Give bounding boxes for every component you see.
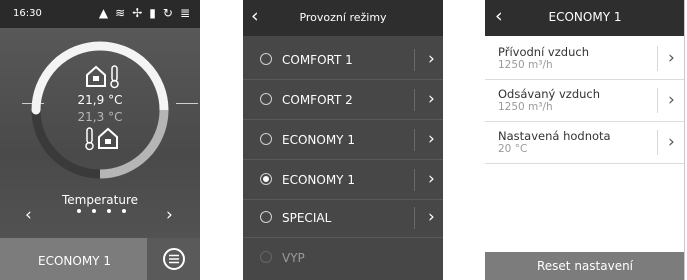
chevron-right-icon[interactable]: › — [428, 207, 435, 227]
radio-button[interactable] — [260, 211, 272, 223]
mode-detail-screen: ‹ ECONOMY 1 Přívodní vzduch 1250 m³/h › … — [485, 0, 685, 280]
chevron-right-icon[interactable]: › — [668, 90, 675, 110]
mode-label: ECONOMY 1 — [282, 173, 355, 187]
setting-label: Odsávaný vzduch — [498, 87, 601, 101]
header: ‹ Provozní režimy — [243, 0, 443, 36]
mode-label: COMFORT 1 — [282, 53, 353, 67]
page-indicator — [77, 209, 126, 213]
mode-label: VYP — [282, 251, 305, 265]
header: ‹ ECONOMY 1 — [485, 0, 684, 36]
radio-button-selected[interactable] — [260, 173, 272, 185]
page-dot[interactable] — [92, 209, 96, 213]
mode-row-off[interactable]: VYP — [243, 238, 443, 278]
extract-temperature-icon — [85, 127, 118, 151]
menu-button[interactable] — [147, 238, 200, 280]
divider — [414, 49, 415, 71]
chevron-right-icon[interactable]: › — [428, 49, 435, 69]
setting-value: 20 °C — [498, 143, 528, 155]
chevron-right-icon[interactable]: › — [668, 48, 675, 68]
modes-screen: ‹ Provozní režimy COMFORT 1 › COMFORT 2 … — [243, 0, 443, 280]
home-screen: 16:30 ▲ ≋ ✢ ▮ ↻ ≣ 21,9 °C 21,3 °C Temper… — [0, 0, 200, 280]
page-title: ECONOMY 1 — [548, 10, 622, 24]
radio-button[interactable] — [260, 53, 272, 65]
setting-extract-air[interactable]: Odsávaný vzduch 1250 m³/h › — [485, 80, 684, 122]
page-dot[interactable] — [122, 209, 126, 213]
divider — [414, 89, 415, 111]
mode-row-comfort-1[interactable]: COMFORT 1 › — [243, 40, 443, 80]
setting-setpoint[interactable]: Nastavená hodnota 20 °C › — [485, 122, 684, 164]
extract-temperature: 21,3 °C — [77, 110, 123, 124]
mode-row-economy-1-selected[interactable]: ECONOMY 1 › — [243, 160, 443, 200]
setting-label: Nastavená hodnota — [498, 129, 611, 143]
divider — [414, 129, 415, 151]
mode-label: ECONOMY 1 — [282, 133, 355, 147]
chevron-right-icon[interactable]: › — [428, 129, 435, 149]
divider — [414, 169, 415, 191]
setting-label: Přívodní vzduch — [498, 45, 589, 59]
bottom-bar: ECONOMY 1 — [0, 238, 200, 280]
mode-row-economy-1[interactable]: ECONOMY 1 › — [243, 120, 443, 160]
reset-settings-button[interactable]: Reset nastavení — [485, 252, 684, 280]
chevron-right-icon[interactable]: › — [668, 132, 675, 152]
supply-temperature: 21,9 °C — [77, 93, 123, 107]
divider — [414, 207, 415, 229]
page-title: Provozní režimy — [299, 11, 387, 24]
setting-value: 1250 m³/h — [498, 59, 553, 71]
chevron-right-icon[interactable]: › — [166, 205, 173, 225]
mode-row-special[interactable]: SPECIAL › — [243, 198, 443, 238]
page-dot[interactable] — [107, 209, 111, 213]
radio-button[interactable] — [260, 133, 272, 145]
radio-button[interactable] — [260, 251, 272, 263]
radio-button[interactable] — [260, 93, 272, 105]
mode-label: SPECIAL — [282, 211, 332, 225]
mode-row-comfort-2[interactable]: COMFORT 2 › — [243, 80, 443, 120]
chevron-right-icon[interactable]: › — [428, 169, 435, 189]
setting-value: 1250 m³/h — [498, 101, 553, 113]
chevron-right-icon[interactable]: › — [428, 89, 435, 109]
divider — [657, 46, 658, 71]
divider — [657, 130, 658, 155]
supply-temperature-icon — [86, 65, 119, 89]
chevron-left-icon[interactable]: ‹ — [25, 205, 32, 225]
menu-icon — [163, 248, 185, 270]
mode-label: COMFORT 2 — [282, 93, 353, 107]
setting-supply-air[interactable]: Přívodní vzduch 1250 m³/h › — [485, 38, 684, 80]
operating-mode-button[interactable]: ECONOMY 1 — [0, 238, 147, 280]
divider — [657, 88, 658, 113]
page-dot[interactable] — [77, 209, 81, 213]
